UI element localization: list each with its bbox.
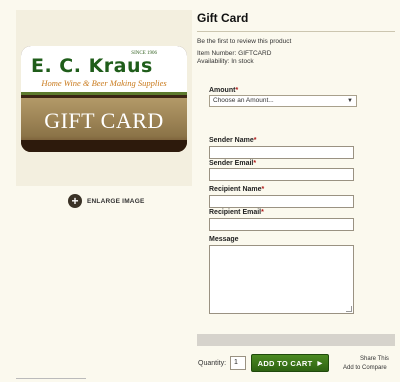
share-link[interactable]: Share This [360, 356, 389, 362]
amount-label: Amount* [209, 87, 239, 94]
review-link[interactable]: Be the first to review this product [197, 38, 291, 45]
card-gift-text: GIFT CARD [44, 108, 164, 133]
required-mark: * [235, 87, 239, 94]
quantity-input[interactable]: 1 [230, 356, 246, 370]
sender-email-input[interactable] [209, 168, 354, 181]
availability: Availability: In stock [197, 58, 254, 65]
sender-name-input[interactable] [209, 146, 354, 159]
title-divider [197, 31, 395, 32]
card-tagline: Home Wine & Beer Making Supplies [41, 78, 167, 88]
footer-divider [16, 378, 86, 379]
required-mark: * [253, 160, 257, 167]
sender-email-label: Sender Email* [209, 160, 257, 167]
product-image-panel: SINCE 1906 E. C. Kraus Home Wine & Beer … [16, 10, 192, 186]
resize-grip-icon[interactable] [346, 306, 352, 312]
add-to-cart-button[interactable]: ADD TO CART ▶ [251, 354, 329, 372]
quantity-label: Quantity: [198, 360, 227, 367]
plus-circle-icon[interactable]: + [68, 194, 82, 208]
card-bottom-stripe [21, 140, 187, 152]
add-to-compare-link[interactable]: Add to Compare [343, 365, 387, 371]
product-title: Gift Card [197, 11, 249, 25]
chevron-down-icon: ▼ [347, 98, 353, 104]
message-label: Message [209, 236, 239, 243]
recipient-email-input[interactable] [209, 218, 354, 231]
sender-name-label: Sender Name* [209, 137, 257, 144]
item-number: Item Number: GIFTCARD [197, 50, 272, 57]
gift-card-image[interactable]: SINCE 1906 E. C. Kraus Home Wine & Beer … [21, 46, 187, 152]
play-arrow-icon: ▶ [317, 360, 323, 367]
message-textarea[interactable] [209, 245, 354, 314]
enlarge-image-link[interactable]: + ENLARGE IMAGE [68, 194, 145, 208]
recipient-name-label: Recipient Name* [209, 186, 265, 193]
required-mark: * [253, 137, 257, 144]
card-brand-logo: E. C. Kraus [31, 55, 153, 77]
options-divider-bar [197, 334, 395, 346]
required-mark: * [261, 209, 264, 216]
recipient-email-label: Recipient Email* [209, 209, 264, 216]
recipient-name-input[interactable] [209, 195, 354, 208]
required-mark: * [261, 186, 265, 193]
enlarge-image-label[interactable]: ENLARGE IMAGE [87, 198, 145, 205]
add-to-cart-label: ADD TO CART [257, 358, 313, 368]
amount-selected-value: Choose an Amount... [213, 97, 274, 104]
amount-select[interactable]: Choose an Amount... ▼ [209, 95, 357, 107]
